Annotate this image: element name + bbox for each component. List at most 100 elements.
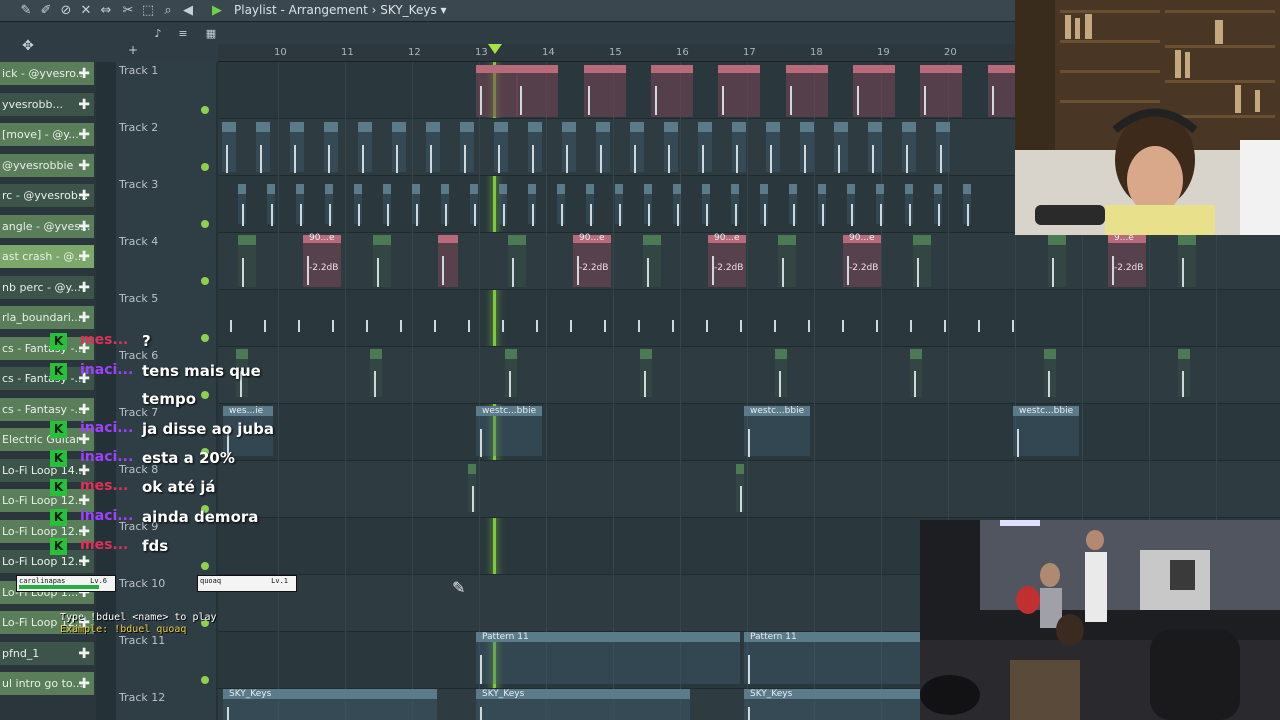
track-label[interactable]: Track 2 bbox=[119, 121, 158, 134]
sample-clip[interactable]: westc...bbie bbox=[476, 406, 542, 457]
riser-clip[interactable] bbox=[910, 349, 922, 397]
riser-clip[interactable] bbox=[1044, 349, 1056, 397]
track-lane[interactable] bbox=[218, 290, 1280, 347]
hat-clip[interactable] bbox=[392, 122, 406, 173]
riser-clip[interactable] bbox=[1178, 349, 1190, 397]
hat-clip[interactable] bbox=[256, 122, 270, 173]
perc-clip[interactable] bbox=[499, 184, 507, 226]
perc-clip[interactable] bbox=[963, 184, 971, 226]
track-label[interactable]: Track 1 bbox=[119, 64, 158, 77]
hit-clip[interactable] bbox=[468, 464, 476, 512]
perc-clip[interactable] bbox=[905, 184, 913, 226]
slip-icon[interactable]: ⇔ bbox=[98, 3, 114, 19]
perc-clip[interactable] bbox=[673, 184, 681, 226]
add-icon[interactable]: ✚ bbox=[78, 642, 90, 665]
drum-clip[interactable] bbox=[920, 65, 962, 117]
hat-clip[interactable] bbox=[630, 122, 644, 173]
picker-item[interactable]: [move] - @y... ✚ bbox=[0, 123, 94, 147]
sweep-clip[interactable]: 9...e -2.2dB bbox=[1108, 233, 1146, 287]
perc-clip[interactable] bbox=[847, 184, 855, 226]
picker-item[interactable]: pfnd_1 ✚ bbox=[0, 641, 94, 666]
drum-clip[interactable] bbox=[516, 65, 558, 117]
drum-clip[interactable] bbox=[853, 65, 895, 117]
perc-clip[interactable] bbox=[818, 184, 826, 226]
select-icon[interactable]: ⬚ bbox=[140, 3, 156, 19]
drum-clip[interactable] bbox=[786, 65, 828, 117]
fx-clip[interactable] bbox=[643, 235, 661, 287]
hat-clip[interactable] bbox=[732, 122, 746, 173]
hat-clip[interactable] bbox=[562, 122, 576, 173]
playback-icon[interactable]: ◀ bbox=[180, 3, 196, 19]
pattern-clip[interactable]: Pattern 11 bbox=[476, 632, 740, 684]
add-icon[interactable]: ✚ bbox=[78, 62, 90, 85]
perc-clip[interactable] bbox=[383, 184, 391, 226]
hat-clip[interactable] bbox=[290, 122, 304, 173]
slice-icon[interactable]: ✂ bbox=[120, 3, 136, 19]
picker-item[interactable]: ick - @yvesro... ✚ bbox=[0, 62, 94, 86]
track-mute-led[interactable] bbox=[201, 277, 209, 285]
drum-clip[interactable] bbox=[718, 65, 760, 117]
perc-clip[interactable] bbox=[296, 184, 304, 226]
riser-clip[interactable] bbox=[370, 349, 382, 397]
add-track-icon[interactable]: + bbox=[125, 42, 141, 58]
hat-clip[interactable] bbox=[698, 122, 712, 173]
track-lane[interactable] bbox=[218, 461, 1280, 518]
hat-clip[interactable] bbox=[528, 122, 542, 173]
hat-clip[interactable] bbox=[902, 122, 916, 173]
perc-clip[interactable] bbox=[528, 184, 536, 226]
perc-clip[interactable] bbox=[876, 184, 884, 226]
fx-clip[interactable] bbox=[1048, 235, 1066, 287]
add-icon[interactable]: ✚ bbox=[78, 215, 90, 238]
hat-clip[interactable] bbox=[494, 122, 508, 173]
play-icon[interactable]: ▶ bbox=[212, 3, 222, 18]
track-label[interactable]: Track 10 bbox=[119, 577, 165, 590]
hat-clip[interactable] bbox=[834, 122, 848, 173]
sweep-clip[interactable]: 90...e -2.2dB bbox=[303, 233, 341, 287]
snap-icon[interactable]: ✥ bbox=[20, 38, 36, 54]
riser-clip[interactable] bbox=[775, 349, 787, 397]
picker-item[interactable]: angle - @yves... ✚ bbox=[0, 214, 94, 239]
note-icon[interactable]: ♪ bbox=[150, 26, 166, 42]
hat-clip[interactable] bbox=[868, 122, 882, 173]
playhead-marker[interactable] bbox=[488, 44, 502, 54]
perc-clip[interactable] bbox=[238, 184, 246, 226]
riser-clip[interactable] bbox=[640, 349, 652, 397]
audio-clip[interactable]: SKY_Keys bbox=[476, 689, 690, 720]
perc-clip[interactable] bbox=[470, 184, 478, 226]
track-mute-led[interactable] bbox=[201, 562, 209, 570]
add-icon[interactable]: ✚ bbox=[78, 276, 90, 299]
picker-item[interactable]: rla_boundari... ✚ bbox=[0, 306, 94, 330]
chevron-down-icon[interactable]: ▾ bbox=[441, 3, 447, 17]
perc-clip[interactable] bbox=[586, 184, 594, 226]
drum-clip[interactable] bbox=[651, 65, 693, 117]
riser-clip[interactable] bbox=[505, 349, 517, 397]
hat-clip[interactable] bbox=[800, 122, 814, 173]
add-icon[interactable]: ✚ bbox=[78, 154, 90, 177]
fx-clip[interactable] bbox=[508, 235, 526, 287]
fx-clip[interactable] bbox=[373, 235, 391, 287]
perc-clip[interactable] bbox=[557, 184, 565, 226]
picker-item[interactable]: rc - @yvesrob... ✚ bbox=[0, 184, 94, 208]
hat-clip[interactable] bbox=[358, 122, 372, 173]
channel-icon[interactable]: ≡ bbox=[175, 26, 191, 42]
mute-icon[interactable]: ✕ bbox=[78, 3, 94, 19]
audio-clip[interactable]: SKY_Keys bbox=[223, 689, 437, 720]
perc-clip[interactable] bbox=[325, 184, 333, 226]
paint-icon[interactable]: ✐ bbox=[38, 3, 54, 19]
picker-item[interactable]: nb perc - @y... ✚ bbox=[0, 275, 94, 300]
track-label[interactable]: Track 12 bbox=[119, 691, 165, 704]
fx-clip[interactable] bbox=[778, 235, 796, 287]
sample-clip[interactable]: westc...bbie bbox=[1013, 406, 1079, 457]
hat-clip[interactable] bbox=[222, 122, 236, 173]
sweep-clip[interactable]: 90...e -2.2dB bbox=[843, 233, 881, 287]
add-icon[interactable]: ✚ bbox=[78, 306, 90, 329]
fx-clip[interactable] bbox=[1178, 235, 1196, 287]
hat-clip[interactable] bbox=[936, 122, 950, 173]
hat-clip[interactable] bbox=[426, 122, 440, 173]
add-icon[interactable]: ✚ bbox=[78, 184, 90, 207]
perc-clip[interactable] bbox=[615, 184, 623, 226]
add-icon[interactable]: ✚ bbox=[78, 123, 90, 146]
picker-item[interactable]: ast crash - @... ✚ bbox=[0, 245, 94, 269]
perc-clip[interactable] bbox=[934, 184, 942, 226]
perc-clip[interactable] bbox=[644, 184, 652, 226]
